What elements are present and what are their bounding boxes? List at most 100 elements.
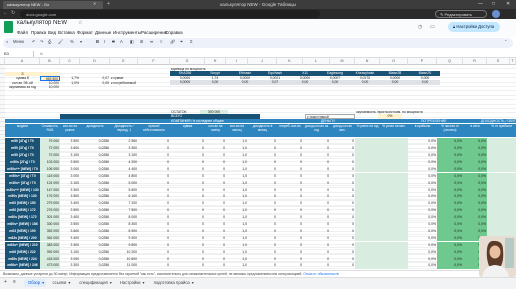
data-cell[interactable]: 0,0% bbox=[355, 181, 437, 185]
data-cell[interactable]: 1,0 bbox=[226, 215, 248, 219]
data-cell[interactable]: 0 bbox=[303, 257, 330, 261]
column-header[interactable]: C bbox=[60, 58, 80, 65]
model-name[interactable]: m60s+ [NEW] / 186 bbox=[5, 222, 40, 227]
data-cell[interactable]: 0,0% bbox=[437, 139, 463, 143]
data-cell[interactable]: 0,0286 bbox=[80, 208, 110, 212]
data-cell[interactable]: 0,0% bbox=[437, 181, 463, 185]
data-cell[interactable]: 0 bbox=[248, 243, 277, 247]
table-header[interactable]: доход кол-во за год bbox=[303, 124, 330, 137]
reload-icon[interactable]: ↻ bbox=[11, 10, 15, 16]
data-cell[interactable]: 0 bbox=[330, 257, 355, 261]
data-cell[interactable]: 8 000 bbox=[110, 215, 138, 219]
data-cell[interactable]: 0,0% bbox=[355, 174, 437, 178]
data-cell[interactable]: 0 bbox=[330, 194, 355, 198]
table-header[interactable]: сумма bbox=[170, 124, 205, 137]
comment-icon[interactable]: ▭ bbox=[430, 24, 435, 30]
menu-item[interactable]: Справка bbox=[165, 30, 183, 35]
data-cell[interactable]: 0 bbox=[277, 153, 303, 157]
model-name[interactable]: m63s [NEW] / 200 bbox=[5, 235, 40, 241]
data-cell[interactable]: 4 800 bbox=[110, 174, 138, 178]
data-cell[interactable]: 3 400 bbox=[60, 236, 80, 240]
menu-item[interactable]: Вставка bbox=[58, 30, 75, 35]
table-header[interactable]: в сети bbox=[463, 124, 487, 137]
data-cell[interactable]: 0,0% bbox=[463, 181, 487, 185]
data-cell[interactable]: 1,0 bbox=[226, 167, 248, 171]
data-cell[interactable]: 0 bbox=[138, 257, 170, 261]
data-cell[interactable]: 0 bbox=[248, 208, 277, 212]
italic-icon[interactable]: I bbox=[104, 39, 105, 44]
data-cell[interactable]: 0,0% bbox=[355, 194, 437, 198]
coin-value[interactable]: 0,07 bbox=[260, 80, 290, 84]
data-cell[interactable]: 0 bbox=[205, 263, 226, 267]
data-cell[interactable]: 0,0% bbox=[463, 229, 487, 233]
data-cell[interactable]: 473 000 bbox=[40, 263, 60, 267]
table-header[interactable]: кол-во на рынке bbox=[60, 124, 80, 137]
data-cell[interactable]: 103 000 bbox=[40, 160, 60, 164]
browser-tab[interactable]: калькулятор NEW - Go bbox=[3, 1, 103, 9]
data-cell[interactable]: 0 bbox=[138, 160, 170, 164]
data-cell[interactable]: 3 600 bbox=[60, 146, 80, 150]
label-payback[interactable]: окупаемая за год bbox=[5, 85, 40, 89]
model-name[interactable]: m50 [3Гц] / T0 bbox=[5, 146, 40, 151]
data-cell[interactable]: 418 000 bbox=[40, 257, 60, 261]
model-name[interactable]: m50 [4Гц] / T0 bbox=[5, 139, 40, 144]
functions-icon[interactable]: Σ bbox=[190, 39, 193, 44]
data-cell[interactable]: 0 bbox=[138, 229, 170, 233]
data-cell[interactable]: 0 bbox=[303, 236, 330, 240]
data-cell[interactable]: 0 bbox=[138, 263, 170, 267]
data-cell[interactable]: 0 bbox=[138, 194, 170, 198]
data-cell[interactable]: 0 bbox=[170, 208, 205, 212]
data-cell[interactable]: 0,0286 bbox=[80, 174, 110, 178]
data-cell[interactable]: 330 000 bbox=[40, 222, 60, 226]
data-cell[interactable]: 1,0 bbox=[226, 229, 248, 233]
data-cell[interactable]: 0 bbox=[248, 167, 277, 171]
data-cell[interactable]: 0 bbox=[277, 243, 303, 247]
data-cell[interactable]: 0 bbox=[330, 222, 355, 226]
data-cell[interactable]: 0 bbox=[170, 263, 205, 267]
data-cell[interactable]: 10 600 bbox=[110, 257, 138, 261]
data-cell[interactable]: 0 bbox=[170, 174, 205, 178]
star-icon[interactable]: ☆ bbox=[78, 20, 82, 26]
data-cell[interactable]: 0 bbox=[248, 181, 277, 185]
format-paint-icon[interactable]: 🖌︎ bbox=[58, 39, 63, 45]
data-cell[interactable]: 3 300 bbox=[60, 263, 80, 267]
column-header[interactable]: G bbox=[170, 58, 205, 65]
sheet-tab[interactable]: спецификация ▾ bbox=[75, 279, 113, 287]
align-icon[interactable]: ≡ bbox=[160, 39, 162, 44]
data-cell[interactable]: 3 300 bbox=[60, 188, 80, 192]
data-cell[interactable]: 0,0% bbox=[463, 222, 487, 226]
data-cell[interactable]: 0,0% bbox=[355, 139, 437, 143]
data-cell[interactable]: 0 bbox=[205, 236, 226, 240]
data-cell[interactable]: 0,0286 bbox=[80, 222, 110, 226]
data-cell[interactable]: 0 bbox=[248, 257, 277, 261]
data-cell[interactable]: 5 000 bbox=[110, 181, 138, 185]
data-cell[interactable]: 72 000 bbox=[40, 146, 60, 150]
table-header[interactable]: кол-во на месяц bbox=[226, 124, 248, 137]
data-cell[interactable]: 0 bbox=[138, 146, 170, 150]
column-header[interactable]: K bbox=[277, 58, 303, 65]
data-cell[interactable]: 0,0% bbox=[355, 160, 437, 164]
data-cell[interactable]: 0 bbox=[170, 250, 205, 254]
data-cell[interactable]: 4 400 bbox=[110, 167, 138, 171]
collapse-toolbar-icon[interactable]: ⌃ bbox=[504, 39, 508, 44]
column-header[interactable]: A bbox=[5, 58, 40, 65]
data-cell[interactable]: 0 bbox=[303, 139, 330, 143]
data-cell[interactable]: 79 000 bbox=[40, 139, 60, 143]
model-name[interactable]: m60s [NEW] / 172 bbox=[5, 215, 40, 220]
group-company[interactable]: КОМПАНИЯ / в госледнее сборке bbox=[170, 119, 270, 124]
data-cell[interactable]: 0 bbox=[277, 250, 303, 254]
link-icon[interactable]: 🔗︎ bbox=[170, 39, 175, 45]
data-cell[interactable]: 0,0% bbox=[437, 174, 463, 178]
data-cell[interactable]: 0 bbox=[170, 146, 205, 150]
redo-icon[interactable]: ↷ bbox=[40, 39, 44, 44]
data-cell[interactable]: 1,0 bbox=[226, 236, 248, 240]
data-cell[interactable]: 124 000 bbox=[40, 181, 60, 185]
table-header[interactable]: прочие/себестоимость bbox=[138, 124, 170, 137]
data-cell[interactable]: 0 bbox=[205, 139, 226, 143]
data-cell[interactable]: 0 bbox=[303, 181, 330, 185]
data-cell[interactable]: 7 500 bbox=[110, 208, 138, 212]
coin-value[interactable]: 0,00 bbox=[230, 80, 260, 84]
data-cell[interactable]: 0,0% bbox=[355, 257, 437, 261]
data-cell[interactable]: 115 000 bbox=[40, 174, 60, 178]
data-cell[interactable]: 0,0% bbox=[463, 188, 487, 192]
